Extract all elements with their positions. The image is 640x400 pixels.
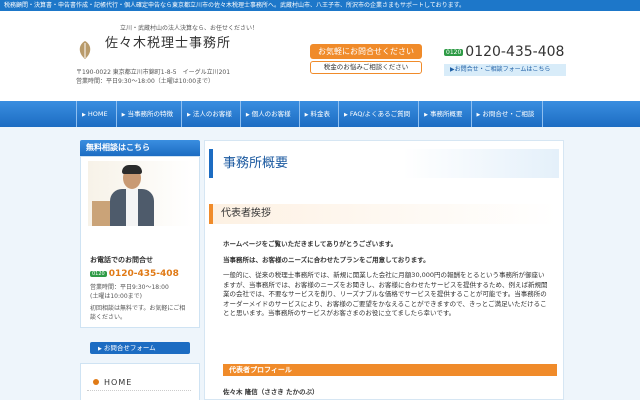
nav-item-contact[interactable]: ▶ お問合せ・ご相談 [470,101,544,127]
sidebar-hours-1: 営業時間：平日9:30～18:00 [90,284,169,291]
contact-button[interactable]: お気軽にお問合せください [310,44,422,59]
sidebar-title: 無料相談はこちら [80,140,200,156]
nav-item-corporate[interactable]: ▶ 法人のお客様 [180,101,240,127]
top-banner: 税務顧問・決算書・申告書作成・記帳代行・個人確定申告なら東京都立川市の佐々木税理… [0,0,640,11]
sidebar-contact-box: お電話でのお問合せ 0120 0120-435-408 営業時間：平日9:30～1… [80,156,200,354]
nav-item-faq[interactable]: ▶ FAQ/よくあるご質問 [338,101,418,127]
representative-name: 佐々木 隆信（ささき たかのぶ） [223,388,319,396]
sidebar-menu-label: HOME [104,378,133,387]
nav-label: 個人のお客様 [251,110,291,118]
logo-tagline: 立川・武蔵村山の法人決算なら、お任せください！ [120,25,259,32]
nav-item-pricing[interactable]: ▶ 料金表 [298,101,338,127]
nav-label: 当事務所の特徴 [127,110,173,118]
arrow-icon: ▶ [304,112,309,118]
section-heading: 代表者挨拶 [209,204,557,224]
greeting-line-1: ホームページをご覧いただきましてありがとうございます。 [223,240,398,248]
header-phone[interactable]: 0120 0120-435-408 [444,44,564,60]
greeting-line-2: 当事務所は、お客様のニーズに合わせたプランをご用意しております。 [223,255,430,264]
arrow-icon: ▶ [82,112,86,118]
nav-label: 法人のお客様 [192,110,232,118]
person-hair [122,165,142,174]
sidebar: 無料相談はこちら お電話でのお問合せ 0120 0120-435-408 営業時間… [80,140,200,354]
arrow-icon: ▶ [98,346,102,352]
nav-label: HOME [87,110,108,118]
nav-label: 料金表 [310,110,331,118]
freedial-icon: 0120 [90,271,107,277]
logo-leaf-icon [79,41,91,59]
nav-label: 事務所概要 [430,110,463,118]
office-address: 〒190-0022 東京都立川市錦町1-8-5 イーグル立川201 営業時間：平… [76,68,230,86]
nav-item-home[interactable]: ▶ HOME [76,101,116,127]
profile-heading: 代表者プロフィール [223,364,557,376]
greeting-text: ホームページをご覧いただきましてありがとうございます。 当事務所は、お客様のニー… [223,240,549,325]
page-title: 事務所概要 [209,149,559,178]
staff-photo [88,161,192,226]
arrow-icon: ▶ [344,112,348,118]
sidebar-hours: 営業時間：平日9:30～18:00 (土曜は10:00まで) [90,283,169,301]
arrow-icon: ▶ [245,112,250,118]
sidebar-tel-label: お電話でのお問合せ [90,256,153,264]
sidebar-hours-2: (土曜は10:00まで) [90,293,142,300]
greeting-body: 一般的に、従来の税理士事務所では、新規に開業した会社に月額30,000円の報酬を… [223,271,548,317]
phone-number: 0120-435-408 [465,44,565,60]
consult-button[interactable]: 税金のお悩みご相談ください [310,61,422,74]
sidebar-phone[interactable]: 0120 0120-435-408 [90,269,179,279]
sidebar-phone-number: 0120-435-408 [108,269,179,279]
address-line: 〒190-0022 東京都立川市錦町1-8-5 イーグル立川201 [76,69,231,76]
freedial-icon: 0120 [444,48,464,56]
nav-item-individual[interactable]: ▶ 個人のお客様 [239,101,299,127]
nav-label: FAQ/よくあるご質問 [349,110,411,118]
bullet-icon [93,379,99,385]
main-nav: ▶ HOME ▶ 当事務所の特徴 ▶ 法人のお客様 ▶ 個人のお客様 ▶ 料金表 ▶ FAQ… [0,101,640,127]
arrow-icon: ▶ [186,112,191,118]
arrow-icon: ▶ [424,112,429,118]
sidebar-form-button[interactable]: ▶ お問合せフォーム [90,342,190,354]
person-shirt [126,189,138,226]
contact-form-link[interactable]: ▶お問合せ・ご相談フォームはこちら [444,64,566,76]
site-header: 立川・武蔵村山の法人決算なら、お任せください！ 佐々木税理士事務所 〒190-0… [0,11,640,101]
nav-label: お問合せ・ご相談 [482,110,535,118]
nav-item-features[interactable]: ▶ 当事務所の特徴 [115,101,181,127]
sidebar-menu: HOME [80,363,200,400]
hours-line: 営業時間：平日9:30～18:00（土曜は10:00まで） [76,78,215,85]
arrow-icon: ▶ [121,112,126,118]
nav-item-about[interactable]: ▶ 事務所概要 [418,101,470,127]
sidebar-form-label: お問合せフォーム [103,344,156,352]
main-content: 事務所概要 代表者挨拶 ホームページをご覧いただきましてありがとうございます。 … [204,140,564,400]
arrow-icon: ▶ [476,112,481,118]
sidebar-note: 初回相談は無料です。お気軽にご相談ください。 [90,305,186,321]
office-name[interactable]: 佐々木税理士事務所 [105,32,231,51]
sidebar-menu-home[interactable]: HOME [87,374,191,391]
